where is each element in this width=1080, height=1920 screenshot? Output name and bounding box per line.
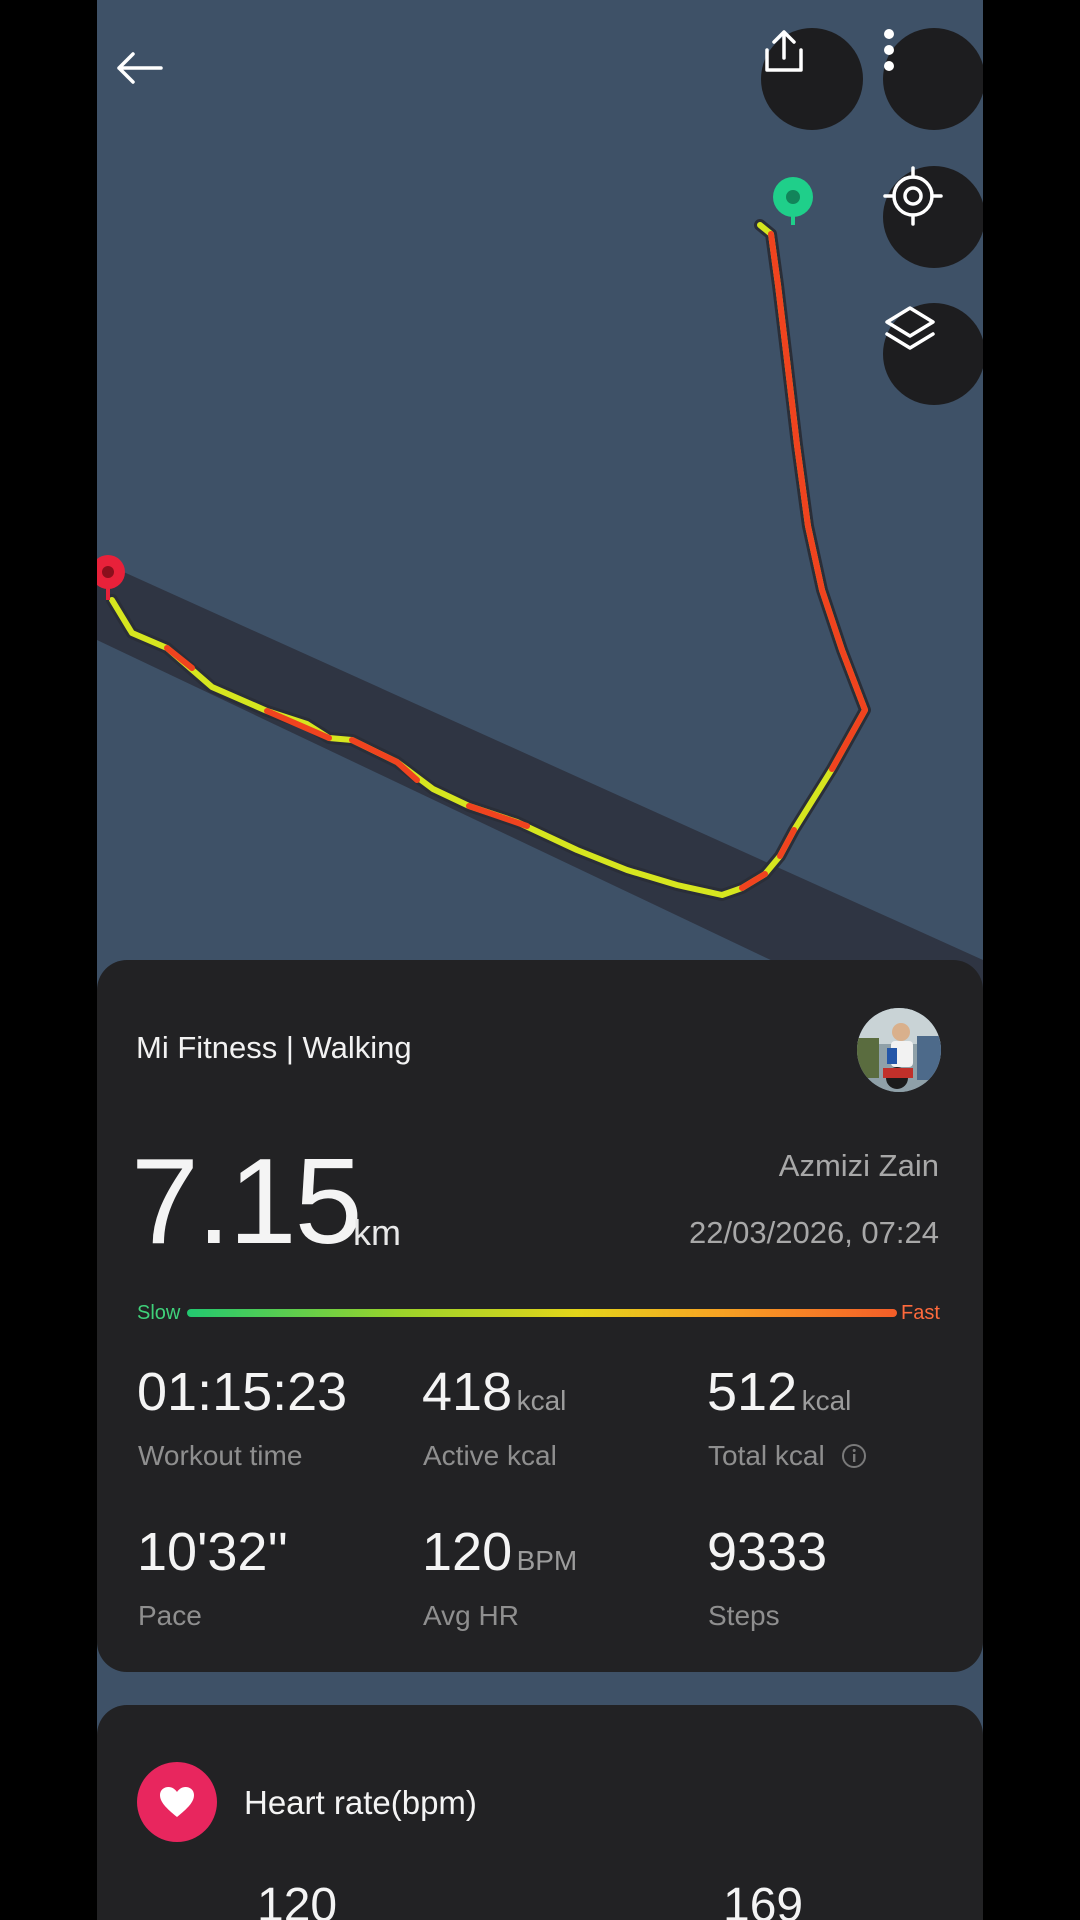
stat-label: Active kcal [423,1440,557,1471]
speed-legend-fast: Fast [901,1302,940,1324]
stat-label: Total kcal [708,1440,825,1471]
stat-unit: BPM [516,1545,578,1576]
stat-label: Steps [708,1600,780,1631]
stat-total-kcal: 512 kcal [707,1365,851,1419]
layers-icon [885,306,935,350]
map-layers-button[interactable] [883,303,983,405]
heart-icon [160,1787,194,1817]
target-icon [883,166,943,226]
stat-total-kcal-label: Total kcal [708,1440,867,1472]
stat-label: Workout time [138,1440,303,1471]
workout-datetime: 22/03/2026, 07:24 [689,1215,939,1250]
avatar-photo [857,1008,941,1092]
stat-label: Avg HR [423,1600,519,1631]
route-map-canvas [97,0,983,990]
stat-label: Pace [138,1600,202,1631]
distance-unit: km [353,1212,401,1253]
stat-active-kcal: 418 kcal [422,1365,566,1419]
heart-badge [137,1762,217,1842]
speed-legend-slow: Slow [137,1302,181,1324]
stat-value: 512 [707,1362,798,1422]
distance-value: 7.15 [131,1133,362,1269]
back-button[interactable] [115,50,177,112]
workout-source-title: Mi Fitness | Walking [136,1030,412,1065]
stat-pace: 10'32'' [137,1525,288,1579]
stat-value: 10'32'' [137,1522,289,1582]
avatar[interactable] [857,1008,941,1092]
locate-button[interactable] [883,166,983,268]
user-name: Azmizi Zain [778,1148,939,1183]
stat-steps: 9333 [707,1525,827,1579]
share-button[interactable] [761,28,863,130]
info-icon[interactable] [841,1443,867,1469]
stat-value: 120 [422,1522,513,1582]
stat-avg-hr: 120 BPM [422,1525,577,1579]
stat-value: 9333 [707,1522,828,1582]
speed-gradient-bar [187,1309,897,1317]
heart-rate-avg-value: 120 [257,1879,338,1920]
more-options-button[interactable] [883,28,983,130]
heart-rate-title: Heart rate(bpm) [244,1784,477,1821]
stat-value: 418 [422,1362,513,1422]
route-map[interactable] [97,0,983,990]
workout-detail-screen: Mi Fitness | Walking 7.15 km Azmizi Zain… [97,0,983,1920]
share-icon [765,30,803,72]
heart-rate-max-value: 169 [723,1879,804,1920]
arrow-left-icon [117,52,163,84]
stat-unit: kcal [516,1385,567,1416]
stat-unit: kcal [801,1385,852,1416]
heart-rate-card[interactable] [97,1705,983,1920]
more-vertical-icon [884,29,894,71]
stat-workout-time: 01:15:23 [137,1365,347,1419]
stat-value: 01:15:23 [137,1362,348,1422]
